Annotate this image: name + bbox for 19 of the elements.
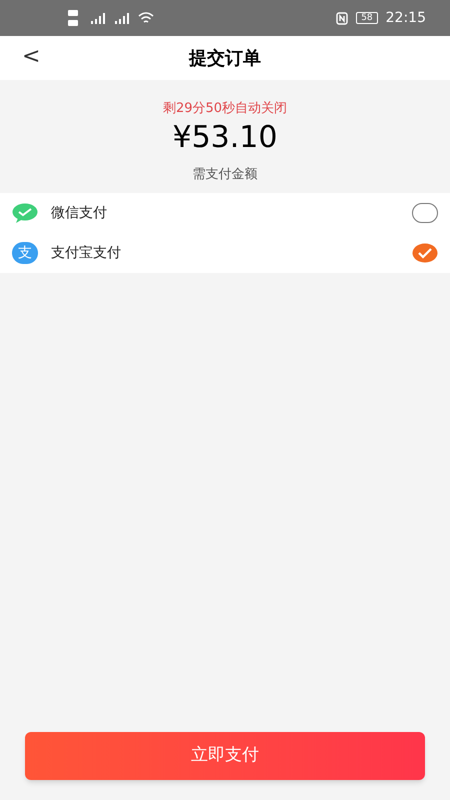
- payment-option[interactable]: 微信支付: [0, 193, 450, 233]
- payment-label: 支付宝支付: [51, 244, 121, 262]
- selected-check-icon[interactable]: [412, 243, 438, 263]
- back-button[interactable]: <: [22, 44, 40, 70]
- wifi-icon: [138, 12, 154, 24]
- signal-icon: [90, 12, 106, 24]
- alipay-icon: 支: [12, 242, 38, 264]
- countdown-text: 剩29分50秒自动关闭: [162, 100, 288, 118]
- chat-bubble-check-icon: [12, 203, 38, 223]
- signal-icon: [114, 12, 130, 24]
- amount-label: 需支付金额: [192, 166, 258, 184]
- clock: 22:15: [386, 8, 426, 28]
- page-title: 提交订单: [189, 46, 261, 70]
- payment-option[interactable]: 支 支付宝支付: [0, 233, 450, 273]
- battery-icon: 58: [356, 12, 378, 24]
- nfc-icon: [336, 12, 348, 24]
- payment-label: 微信支付: [51, 204, 107, 222]
- amount-text: ¥53.10: [172, 119, 278, 157]
- radio-button[interactable]: [412, 203, 438, 223]
